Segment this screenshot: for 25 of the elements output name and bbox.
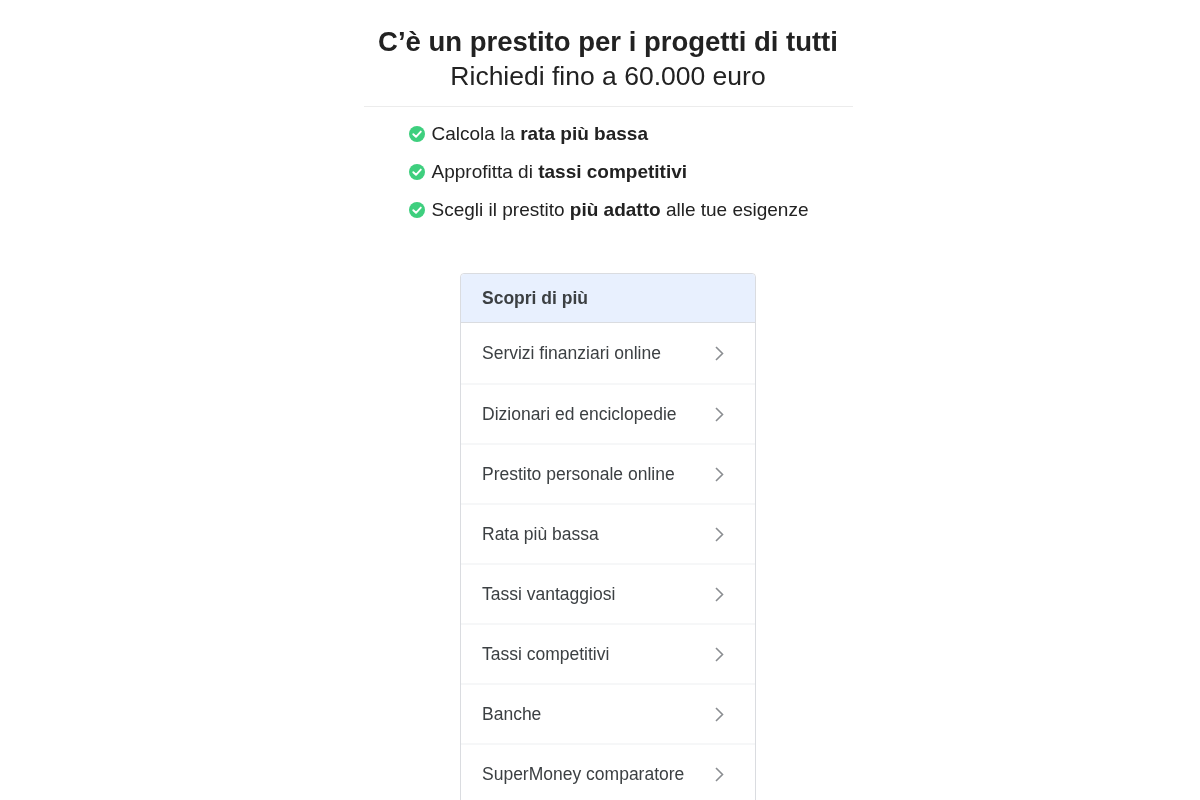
chevron-right-icon (715, 586, 724, 602)
headline-subtitle: Richiedi fino a 60.000 euro (450, 60, 766, 93)
related-search-link[interactable]: Banche (461, 683, 755, 743)
chevron-right-icon (715, 646, 724, 662)
related-search-link[interactable]: Rata più bassa (461, 503, 755, 563)
chevron-right-icon (715, 466, 724, 482)
chevron-right-icon (715, 706, 724, 722)
chevron-right-icon (715, 345, 724, 361)
related-search-link[interactable]: Dizionari ed enciclopedie (461, 383, 755, 443)
related-search-link[interactable]: Tassi competitivi (461, 623, 755, 683)
benefit-text: Calcola la rata più bassa (431, 122, 648, 146)
chevron-right-icon (715, 526, 724, 542)
related-search-link[interactable]: Tassi vantaggiosi (461, 563, 755, 623)
check-circle-icon (408, 202, 425, 218)
check-circle-icon (408, 164, 425, 180)
chevron-right-icon (715, 406, 724, 422)
related-search-link[interactable]: Prestito personale online (461, 443, 755, 503)
check-circle-icon (408, 126, 425, 142)
related-search-link[interactable]: Servizi finanziari online (461, 323, 755, 383)
headline-title: C’è un prestito per i progetti di tutti (378, 25, 838, 58)
benefit-text: Scegli il prestito più adatto alle tue esigenze (431, 198, 809, 222)
chevron-right-icon (715, 766, 724, 782)
card-title: Scopri di più (482, 286, 588, 310)
related-search-link[interactable]: SuperMoney comparatore (461, 743, 755, 800)
benefit-text: Approfitta di tassi competitivi (431, 160, 688, 184)
